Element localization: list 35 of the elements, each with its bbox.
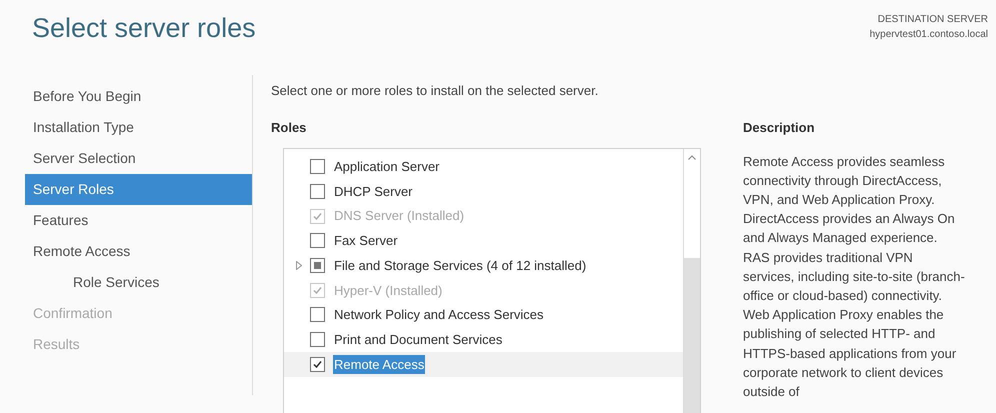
role-label[interactable]: Application Server: [333, 157, 440, 177]
server-name: hypervtest01.contoso.local: [870, 28, 988, 42]
roles-heading: Roles: [271, 119, 308, 137]
expand-icon[interactable]: [296, 261, 302, 270]
role-label[interactable]: DHCP Server: [333, 182, 414, 202]
nav-item[interactable]: Features: [25, 204, 252, 236]
nav-item[interactable]: Role Services: [25, 266, 252, 298]
page-title: Select server roles: [32, 12, 256, 45]
nav-item[interactable]: Server Roles: [25, 174, 252, 204]
checkbox[interactable]: [310, 184, 325, 200]
scroll-up-icon[interactable]: [688, 154, 696, 160]
role-label[interactable]: Network Policy and Access Services: [333, 305, 545, 325]
scrollbar[interactable]: [683, 148, 700, 413]
role-label[interactable]: Remote Access: [333, 354, 426, 374]
description-heading: Description: [743, 119, 816, 137]
nav-item[interactable]: Server Selection: [25, 142, 252, 174]
checkbox[interactable]: [310, 233, 325, 248]
role-label[interactable]: Fax Server: [333, 231, 399, 251]
scrollbar-thumb[interactable]: [684, 258, 700, 413]
checkbox[interactable]: [310, 159, 325, 174]
check-icon: [312, 284, 323, 296]
nav-item[interactable]: Remote Access: [25, 236, 252, 266]
check-icon: [312, 358, 323, 370]
instruction-text: Select one or more roles to install on the selected server.: [271, 82, 600, 100]
description-text: Remote Access provides seamless connectivity through DirectAccess, VPN, and Web Application Proxy. DirectAccess provides an Always On and Always Managed experience. RAS provides traditional VPN services, including site-to-site (branch-office or cloud-based) connectivity. Web Application Proxy enables the publishing of selected HTTP- and HTTPS-based applications from your corporate network to client devices outside of: [743, 152, 966, 401]
role-label[interactable]: File and Storage Services (4 of 12 installed): [333, 256, 588, 276]
destination-label: DESTINATION SERVER: [878, 13, 988, 27]
checkbox[interactable]: [310, 258, 325, 274]
checkbox[interactable]: [310, 307, 325, 322]
check-icon: [312, 210, 323, 222]
checkbox[interactable]: [310, 356, 325, 372]
role-label[interactable]: Print and Document Services: [333, 330, 504, 350]
checkbox[interactable]: [310, 332, 325, 348]
nav-item[interactable]: Installation Type: [25, 112, 252, 142]
nav-item[interactable]: Before You Begin: [25, 80, 252, 112]
